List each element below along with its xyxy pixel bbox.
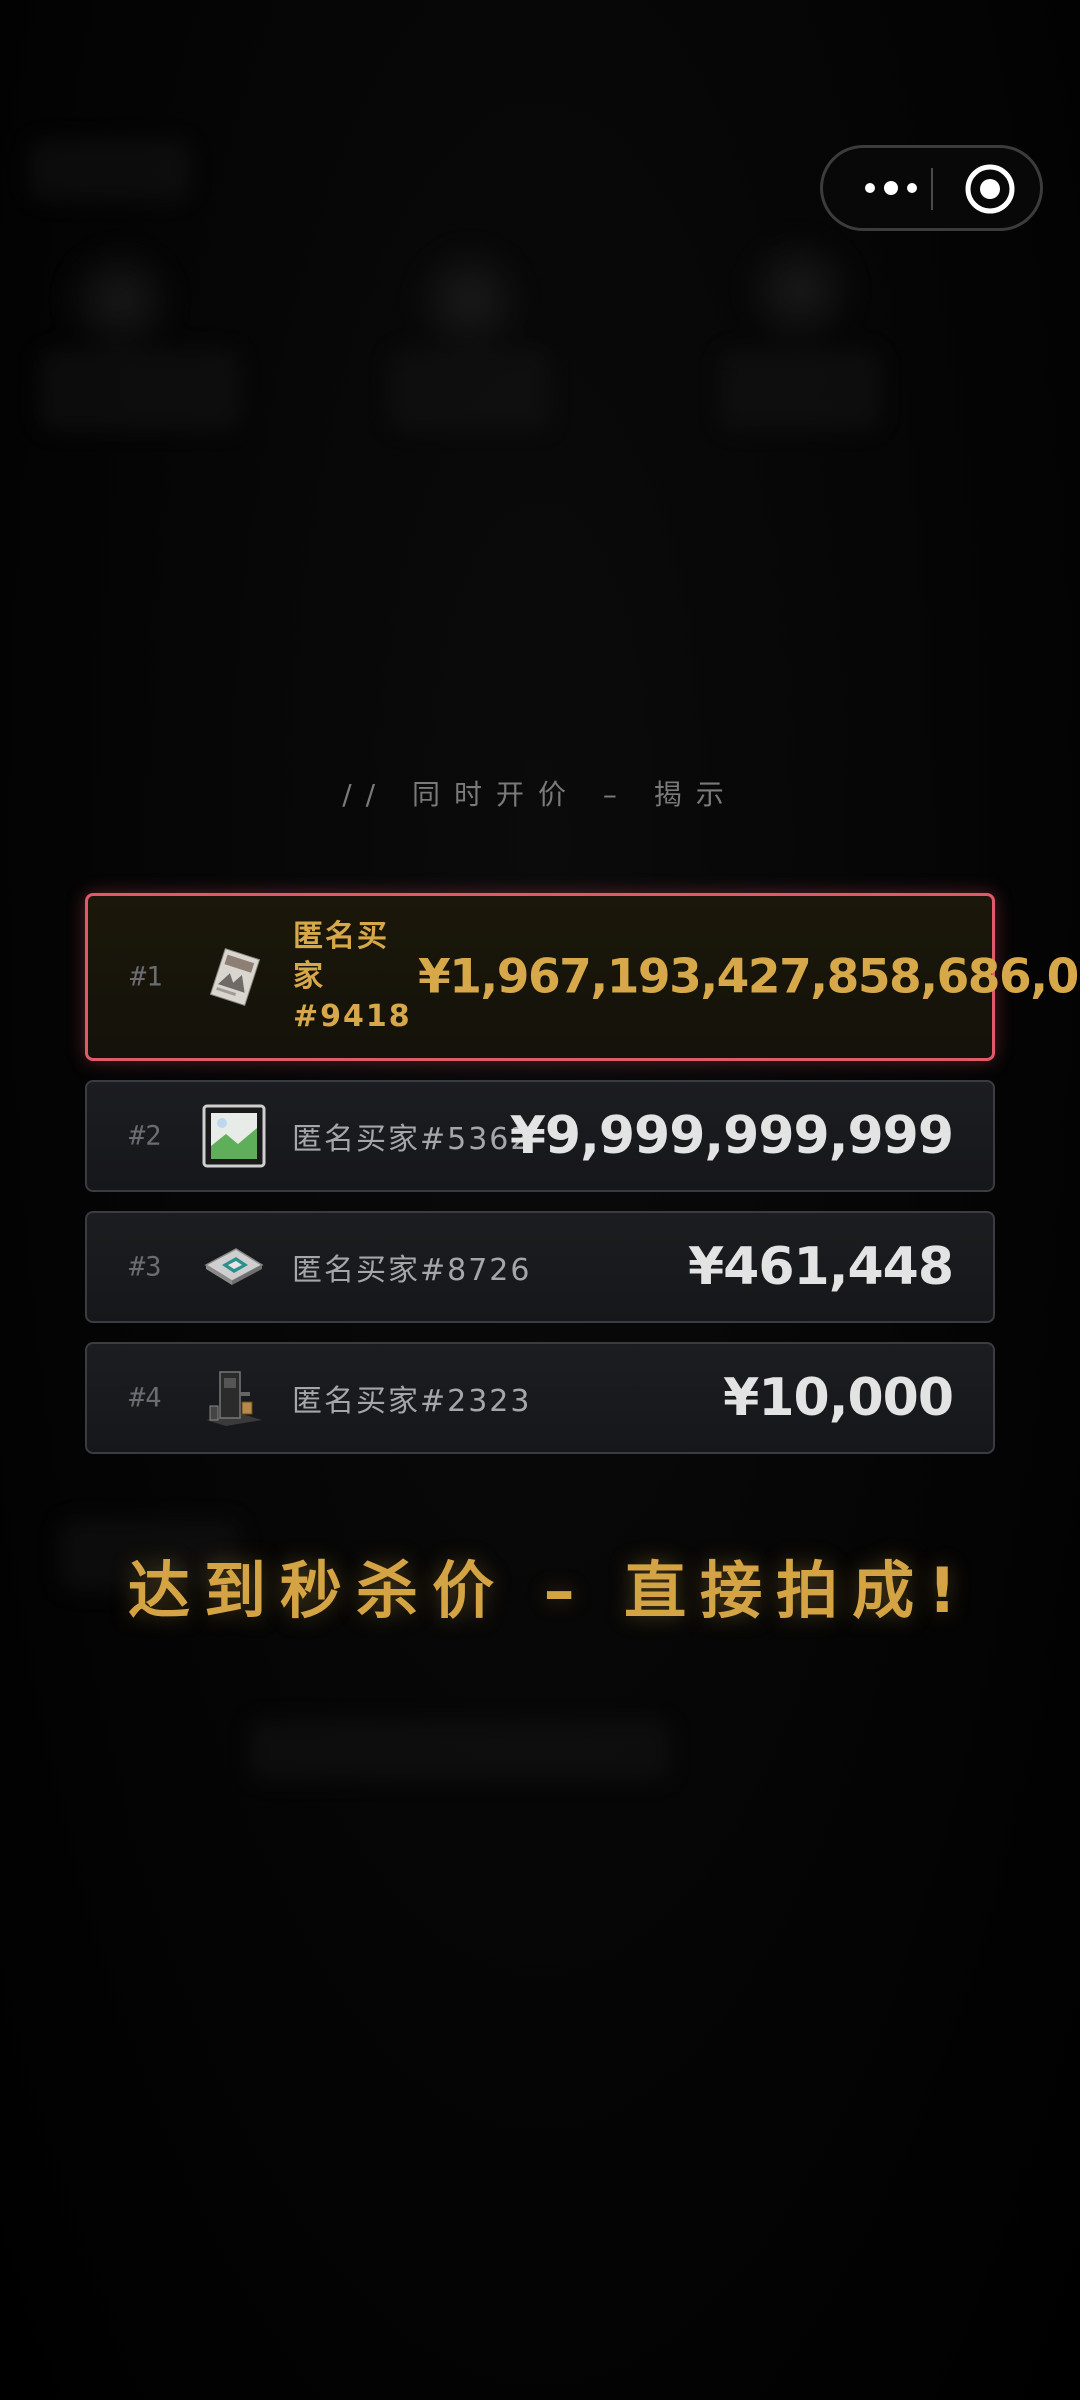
capsule-divider xyxy=(931,168,933,210)
reveal-section-heading: // 同时开价 – 揭示 xyxy=(342,778,738,811)
coffee-machine-thumbnail xyxy=(202,1366,266,1430)
bidder-name: 匿名买家#8726 xyxy=(292,1253,532,1288)
bid-amount: ¥1,967,193,427,858,686,000 xyxy=(418,949,1080,1005)
bid-rank: #4 xyxy=(129,1382,162,1414)
bid-amount: ¥9,999,999,999 xyxy=(509,1106,954,1166)
bidder-name: 匿名买家#9418 xyxy=(293,919,412,1034)
bid-row-winner[interactable]: #1 匿名买家#9418 ¥1,967,193,427,858,686,000 xyxy=(85,893,1080,1061)
bid-row[interactable]: #4 匿名买家#2323 ¥10,000 xyxy=(85,1342,995,1454)
bid-rank: #3 xyxy=(129,1251,162,1283)
bid-rank: #1 xyxy=(130,961,163,993)
bidder-name: 匿名买家#2323 xyxy=(292,1384,532,1419)
bid-ranking-list: #1 匿名买家#9418 ¥1,967,193,427,858,686,000 … xyxy=(85,893,1080,1473)
bid-amount: ¥461,448 xyxy=(687,1237,954,1297)
bid-amount: ¥10,000 xyxy=(723,1368,954,1428)
picture-frame-thumbnail xyxy=(202,1104,266,1168)
flash-sale-banner: 达到秒杀价 – 直接拍成! xyxy=(128,1554,971,1627)
cpu-chip-thumbnail xyxy=(202,1235,266,1299)
bid-row[interactable]: #3 匿名买家#8726 ¥461,448 xyxy=(85,1211,995,1323)
target-close-icon xyxy=(963,164,1017,220)
miniprogram-capsule xyxy=(820,145,1043,231)
magazine-thumbnail xyxy=(203,945,267,1009)
bidder-name: 匿名买家#5362 xyxy=(292,1122,532,1157)
bid-row[interactable]: #2 匿名买家#5362 ¥9,999,999,999 xyxy=(85,1080,995,1192)
close-miniprogram-button[interactable] xyxy=(963,162,1017,216)
more-options-button[interactable] xyxy=(853,148,933,228)
auction-reveal-screen: // 同时开价 – 揭示 #1 匿名买家#9418 ¥1,967,193,427… xyxy=(0,0,1080,2400)
bid-rank: #2 xyxy=(129,1120,162,1152)
